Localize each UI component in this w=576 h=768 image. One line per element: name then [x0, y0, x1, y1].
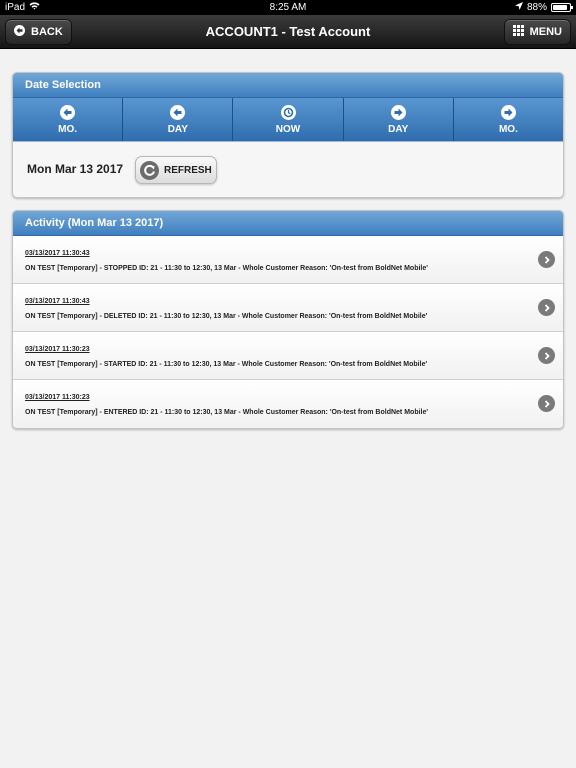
list-item[interactable]: 03/13/2017 11:30:43 ON TEST [Temporary] …: [13, 284, 563, 332]
activity-description: ON TEST [Temporary] - ENTERED ID: 21 - 1…: [25, 409, 429, 416]
menu-label: MENU: [529, 26, 562, 38]
date-nav-row: MO. DAY NOW DAY MO.: [13, 98, 563, 142]
next-day-button[interactable]: DAY: [343, 98, 454, 141]
activity-header: Activity (Mon Mar 13 2017): [13, 211, 563, 236]
now-label: NOW: [275, 123, 301, 135]
menu-button[interactable]: MENU: [503, 19, 571, 45]
prev-day-label: DAY: [167, 123, 188, 135]
grid-icon: [512, 25, 524, 39]
next-day-label: DAY: [388, 123, 409, 135]
refresh-icon: [140, 160, 159, 180]
date-body: Mon Mar 13 2017 REFRESH: [13, 142, 563, 197]
status-bar-right: 88%: [514, 2, 573, 13]
next-month-label: MO.: [498, 123, 518, 135]
next-month-button[interactable]: MO.: [453, 98, 563, 141]
arrow-right-icon: [390, 104, 406, 120]
refresh-button[interactable]: REFRESH: [135, 156, 217, 184]
chevron-right-icon: [538, 395, 555, 412]
activity-time: 03/13/2017 11:30:43: [25, 250, 90, 257]
arrow-left-icon: [60, 104, 76, 120]
page-title: ACCOUNT1 - Test Account: [205, 24, 371, 39]
chevron-right-icon: [538, 299, 555, 316]
activity-time: 03/13/2017 11:30:23: [25, 346, 90, 353]
activity-time: 03/13/2017 11:30:23: [25, 394, 90, 401]
battery-percent: 88%: [526, 2, 547, 13]
date-selection-panel: Date Selection MO. DAY NOW DAY MO. Mon M…: [12, 72, 564, 198]
prev-day-button[interactable]: DAY: [123, 98, 234, 141]
battery-fill: [553, 5, 568, 10]
arrow-right-icon: [500, 104, 516, 120]
refresh-label: REFRESH: [164, 164, 212, 176]
prev-month-button[interactable]: MO.: [13, 98, 124, 141]
nav-bar: BACK ACCOUNT1 - Test Account MENU: [0, 15, 576, 49]
chevron-right-icon: [538, 251, 555, 268]
arrow-left-icon: [170, 104, 186, 120]
list-item[interactable]: 03/13/2017 11:30:43 ON TEST [Temporary] …: [13, 236, 563, 284]
status-bar: iPad 8:25 AM 88%: [0, 0, 576, 15]
activity-list: 03/13/2017 11:30:43 ON TEST [Temporary] …: [13, 236, 563, 428]
current-date: Mon Mar 13 2017: [27, 162, 124, 176]
clock-icon: [280, 104, 296, 120]
location-icon: [514, 2, 523, 13]
activity-panel: Activity (Mon Mar 13 2017) 03/13/2017 11…: [12, 210, 564, 429]
activity-description: ON TEST [Temporary] - STOPPED ID: 21 - 1…: [25, 265, 428, 272]
activity-time: 03/13/2017 11:30:43: [25, 298, 90, 305]
prev-month-label: MO.: [58, 123, 78, 135]
date-selection-header: Date Selection: [13, 73, 563, 98]
list-item[interactable]: 03/13/2017 11:30:23 ON TEST [Temporary] …: [13, 332, 563, 380]
now-button[interactable]: NOW: [233, 98, 344, 141]
activity-description: ON TEST [Temporary] - STARTED ID: 21 - 1…: [25, 361, 428, 368]
list-item[interactable]: 03/13/2017 11:30:23 ON TEST [Temporary] …: [13, 380, 563, 428]
chevron-right-icon: [538, 347, 555, 364]
battery-icon: [551, 3, 573, 12]
status-time: 8:25 AM: [269, 2, 307, 13]
activity-description: ON TEST [Temporary] - DELETED ID: 21 - 1…: [25, 313, 428, 320]
